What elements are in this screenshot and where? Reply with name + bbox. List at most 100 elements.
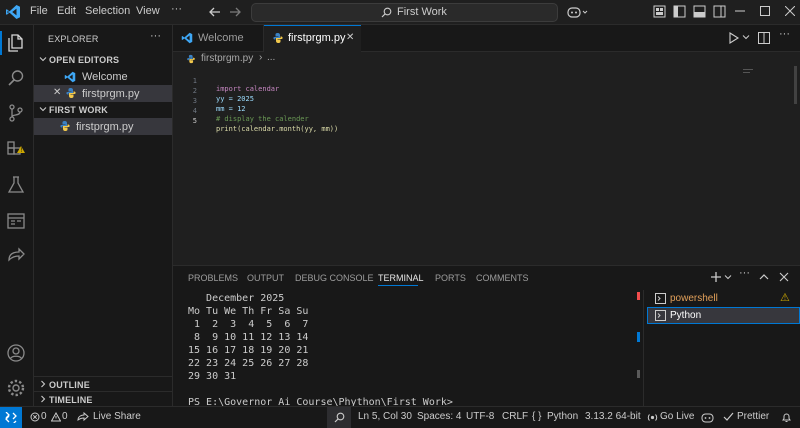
tab-welcome[interactable]: Welcome bbox=[173, 25, 264, 51]
chevron-down-icon bbox=[39, 105, 47, 113]
zoom-indicator[interactable] bbox=[327, 407, 351, 428]
panel-tab-problems[interactable]: PROBLEMS bbox=[188, 273, 238, 283]
run-icon[interactable] bbox=[728, 32, 740, 44]
terminal-output[interactable]: December 2025 Mo Tu We Th Fr Sa Su 1 2 3… bbox=[173, 290, 643, 408]
file-label: firstprgm.py bbox=[76, 121, 134, 133]
terminal-line: December 2025 bbox=[188, 293, 285, 304]
explorer-icon[interactable] bbox=[6, 33, 26, 53]
terminal-line: 15 16 17 18 19 20 21 bbox=[188, 345, 309, 356]
encoding[interactable]: UTF-8 bbox=[466, 411, 494, 422]
timeline-section[interactable]: TIMELINE bbox=[34, 391, 172, 406]
error-count[interactable]: 0 bbox=[41, 411, 47, 422]
braces-icon: { } bbox=[532, 411, 542, 422]
menu-edit[interactable]: Edit bbox=[57, 5, 76, 17]
open-editors-section[interactable]: OPEN EDITORS bbox=[34, 53, 172, 67]
tab-label: Welcome bbox=[198, 32, 244, 44]
terminal-scroll-marker bbox=[637, 370, 640, 378]
open-editor-welcome[interactable]: Welcome bbox=[34, 68, 172, 85]
back-arrow-icon[interactable] bbox=[208, 5, 222, 19]
source-control-icon[interactable] bbox=[6, 103, 26, 123]
open-editor-firstprgm[interactable]: ✕ firstprgm.py bbox=[34, 85, 172, 102]
menu-file[interactable]: File bbox=[30, 5, 48, 17]
zoom-icon bbox=[334, 412, 345, 423]
editor-scrollbar[interactable] bbox=[794, 66, 797, 104]
menu-more[interactable]: ··· bbox=[171, 3, 182, 15]
vscode-logo-icon bbox=[5, 4, 21, 20]
indentation[interactable]: Spaces: 4 bbox=[417, 411, 461, 422]
terminal-line: Mo Tu We Th Fr Sa Su bbox=[188, 306, 309, 317]
python-interpreter[interactable]: 3.13.2 64-bit bbox=[585, 411, 641, 422]
copilot-icon[interactable] bbox=[566, 4, 588, 20]
extensions-icon[interactable]: ! bbox=[6, 138, 28, 158]
run-dropdown-icon[interactable] bbox=[742, 33, 750, 41]
maximize-panel-icon[interactable] bbox=[759, 272, 769, 282]
bell-icon[interactable] bbox=[781, 412, 792, 423]
toggle-sidebar-icon[interactable] bbox=[673, 5, 686, 18]
breadcrumb-file[interactable]: firstprgm.py bbox=[201, 53, 253, 64]
line-number: 5 bbox=[192, 117, 197, 125]
panel-tab-terminal[interactable]: TERMINAL bbox=[378, 273, 424, 283]
prettier-button[interactable]: Prettier bbox=[737, 411, 769, 422]
terminal-line: 22 23 24 25 26 27 28 bbox=[188, 358, 309, 369]
active-tab-underline bbox=[378, 285, 418, 286]
terminal-line: 29 30 31 bbox=[188, 371, 237, 382]
open-editor-label: firstprgm.py bbox=[82, 88, 140, 100]
live-share-button[interactable]: Live Share bbox=[93, 411, 141, 422]
code-line: 2 yy = 2025 bbox=[173, 79, 254, 103]
add-terminal-icon[interactable] bbox=[710, 271, 722, 283]
remote-explorer-icon[interactable] bbox=[6, 211, 26, 231]
svg-text:!: ! bbox=[20, 147, 22, 154]
error-icon bbox=[30, 412, 40, 422]
cursor-position[interactable]: Ln 5, Col 30 bbox=[358, 411, 412, 422]
tab-firstprgm[interactable]: firstprgm.py ✕ bbox=[264, 25, 361, 52]
terminal-dropdown-icon[interactable] bbox=[724, 273, 732, 281]
code-text: # display the calender bbox=[216, 115, 309, 123]
close-icon[interactable]: ✕ bbox=[53, 87, 61, 98]
panel-tab-ports[interactable]: PORTS bbox=[435, 273, 466, 283]
language-mode[interactable]: Python bbox=[547, 411, 578, 422]
testing-icon[interactable] bbox=[6, 175, 26, 195]
panel-tab-output[interactable]: OUTPUT bbox=[247, 273, 284, 283]
toggle-panel-icon[interactable] bbox=[693, 5, 706, 18]
file-firstprgm[interactable]: firstprgm.py bbox=[34, 118, 172, 135]
title-bar: File Edit Selection View ··· First Work bbox=[0, 0, 800, 25]
account-icon[interactable] bbox=[6, 343, 26, 363]
end-of-line[interactable]: CRLF bbox=[502, 411, 528, 422]
code-line: 5 print(calendar.month(yy, mm)) bbox=[173, 109, 338, 133]
command-center-search[interactable]: First Work bbox=[251, 3, 558, 22]
remote-indicator[interactable] bbox=[0, 407, 22, 428]
customize-layout-icon[interactable] bbox=[653, 5, 666, 18]
maximize-window-icon[interactable] bbox=[760, 6, 770, 16]
search-view-icon[interactable] bbox=[6, 68, 26, 88]
toggle-secondary-sidebar-icon[interactable] bbox=[713, 5, 726, 18]
editor-more-button[interactable]: ··· bbox=[779, 28, 790, 40]
vscode-logo-icon bbox=[181, 32, 193, 44]
outline-section[interactable]: OUTLINE bbox=[34, 376, 172, 391]
close-panel-icon[interactable] bbox=[779, 272, 789, 282]
panel-tab-comments[interactable]: COMMENTS bbox=[476, 273, 529, 283]
vscode-logo-icon bbox=[64, 71, 76, 83]
minimize-window-icon[interactable] bbox=[735, 6, 745, 16]
manage-gear-icon[interactable] bbox=[6, 378, 26, 398]
panel-tab-debug-console[interactable]: DEBUG CONSOLE bbox=[295, 273, 374, 283]
tab-close-icon[interactable]: ✕ bbox=[346, 32, 354, 43]
code-text: import calendar bbox=[216, 85, 280, 93]
live-share-icon[interactable] bbox=[6, 246, 26, 266]
folder-section[interactable]: FIRST WORK bbox=[34, 103, 172, 117]
forward-arrow-icon[interactable] bbox=[228, 5, 242, 19]
python-file-icon bbox=[65, 87, 77, 99]
breadcrumb-symbols[interactable]: ... bbox=[267, 52, 275, 63]
terminal-item-python[interactable]: Python bbox=[647, 307, 800, 324]
menu-selection[interactable]: Selection bbox=[85, 5, 130, 17]
close-window-icon[interactable] bbox=[785, 6, 795, 16]
split-editor-icon[interactable] bbox=[758, 32, 770, 44]
warning-count[interactable]: 0 bbox=[62, 411, 68, 422]
warning-icon: ⚠ bbox=[780, 292, 790, 304]
panel-more-button[interactable]: ··· bbox=[739, 267, 750, 279]
go-live-button[interactable]: Go Live bbox=[660, 411, 694, 422]
sidebar-more-button[interactable]: ··· bbox=[150, 30, 161, 42]
terminal-item-powershell[interactable]: powershell ⚠ bbox=[647, 290, 800, 307]
code-editor[interactable]: 1 import calendar 2 yy = 2025 3 mm = 12 … bbox=[173, 66, 800, 264]
copilot-icon[interactable] bbox=[701, 412, 714, 423]
menu-view[interactable]: View bbox=[136, 5, 160, 17]
